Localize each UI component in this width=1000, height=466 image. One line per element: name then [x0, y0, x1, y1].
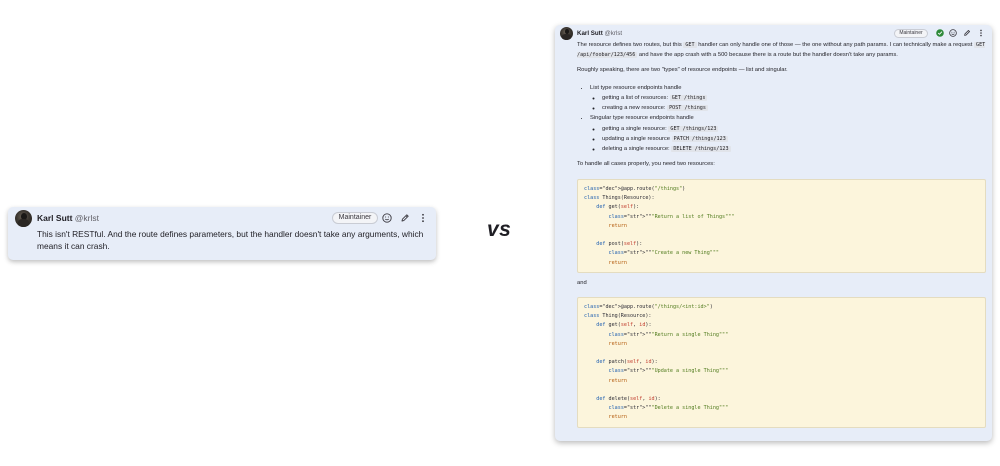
- vs-label: vs: [487, 218, 512, 241]
- list-item: creating a new resource: POST /things: [602, 103, 987, 113]
- avatar[interactable]: [15, 210, 32, 227]
- code-line: class="dec">@app.route("/things"): [584, 186, 686, 192]
- code-line: return: [608, 259, 627, 266]
- code-line: class="str">"""Return a list of Things""…: [608, 213, 735, 220]
- emoji-icon[interactable]: [382, 213, 392, 223]
- code-line: return: [608, 340, 627, 347]
- paragraph-routes: The resource defines two routes, but thi…: [577, 42, 986, 58]
- code-block-things: class="dec">@app.route("/things") class T…: [577, 179, 986, 273]
- author-handle: @krlst: [74, 213, 100, 223]
- avatar[interactable]: [560, 27, 573, 40]
- code-line: class="str">"""Delete a single Thing""": [608, 405, 729, 412]
- author-name[interactable]: Karl Sutt: [37, 213, 72, 223]
- maintainer-badge: Maintainer: [894, 29, 928, 38]
- paragraph-types: Roughly speaking, there are two "types" …: [577, 67, 788, 73]
- emoji-icon[interactable]: [949, 29, 957, 37]
- list-item: List type resource endpoints handle gett…: [590, 83, 987, 114]
- code-line: def patch(self, id):: [596, 359, 658, 366]
- author-name[interactable]: Karl Sutt: [577, 30, 603, 37]
- code-line: return: [608, 377, 627, 384]
- code-line: def post(self):: [596, 241, 643, 248]
- inline-code: PATCH /things/123: [671, 135, 728, 142]
- paragraph-two-resources: To handle all cases properly, you need t…: [577, 160, 715, 167]
- code-line: def delete(self, id):: [596, 395, 661, 402]
- list-item: Singular type resource endpoints handle …: [590, 113, 987, 154]
- list-item: getting a list of resources: GET /things: [602, 93, 987, 103]
- inline-code: GET: [683, 42, 697, 48]
- more-options-icon[interactable]: [977, 29, 985, 37]
- comment-body: This isn't RESTful. And the route define…: [37, 229, 424, 251]
- code-line: return: [608, 414, 627, 421]
- comment-card-detailed: Karl Sutt @krlst Maintainer The resource…: [555, 25, 992, 441]
- inline-code: GET /things: [669, 94, 708, 101]
- code-line: def get(self):: [596, 204, 640, 211]
- code-line: class="str">"""Update a single Thing""": [608, 368, 729, 375]
- code-line: class Thing(Resource):: [584, 313, 652, 320]
- comment-body: The resource defines two routes, but thi…: [577, 41, 987, 169]
- list-item: getting a single resource: GET /things/1…: [602, 124, 987, 134]
- comment-card-short: Karl Sutt @krlst Maintainer This isn't R…: [8, 207, 436, 260]
- code-line: class="dec">@app.route("/things/<int:id>…: [584, 304, 713, 310]
- code-block-thing: class="dec">@app.route("/things/<int:id>…: [577, 297, 986, 428]
- inline-code: POST /things: [667, 105, 708, 112]
- and-text: and: [577, 280, 587, 286]
- comment-author: Karl Sutt @krlst: [37, 213, 99, 223]
- edit-icon[interactable]: [400, 213, 410, 223]
- comment-author: Karl Sutt @krlst: [577, 30, 622, 37]
- code-line: class="str">"""Return a single Thing""": [608, 331, 729, 338]
- resolve-check-icon[interactable]: [936, 29, 944, 37]
- inline-code: GET /things/123: [668, 125, 719, 132]
- endpoint-types-list: List type resource endpoints handle gett…: [577, 83, 987, 155]
- inline-code: DELETE /things/123: [671, 146, 731, 153]
- list-item: deleting a single resource: DELETE /thin…: [602, 144, 987, 154]
- more-options-icon[interactable]: [418, 213, 428, 223]
- maintainer-badge: Maintainer: [332, 212, 378, 224]
- list-item: updating a single resource PATCH /things…: [602, 134, 987, 144]
- code-line: class Things(Resource):: [584, 195, 655, 202]
- code-line: def get(self, id):: [596, 322, 652, 329]
- code-line: class="str">"""Create a new Thing""": [608, 250, 719, 257]
- code-line: return: [608, 222, 627, 229]
- edit-icon[interactable]: [963, 29, 971, 37]
- author-handle: @krlst: [604, 30, 623, 37]
